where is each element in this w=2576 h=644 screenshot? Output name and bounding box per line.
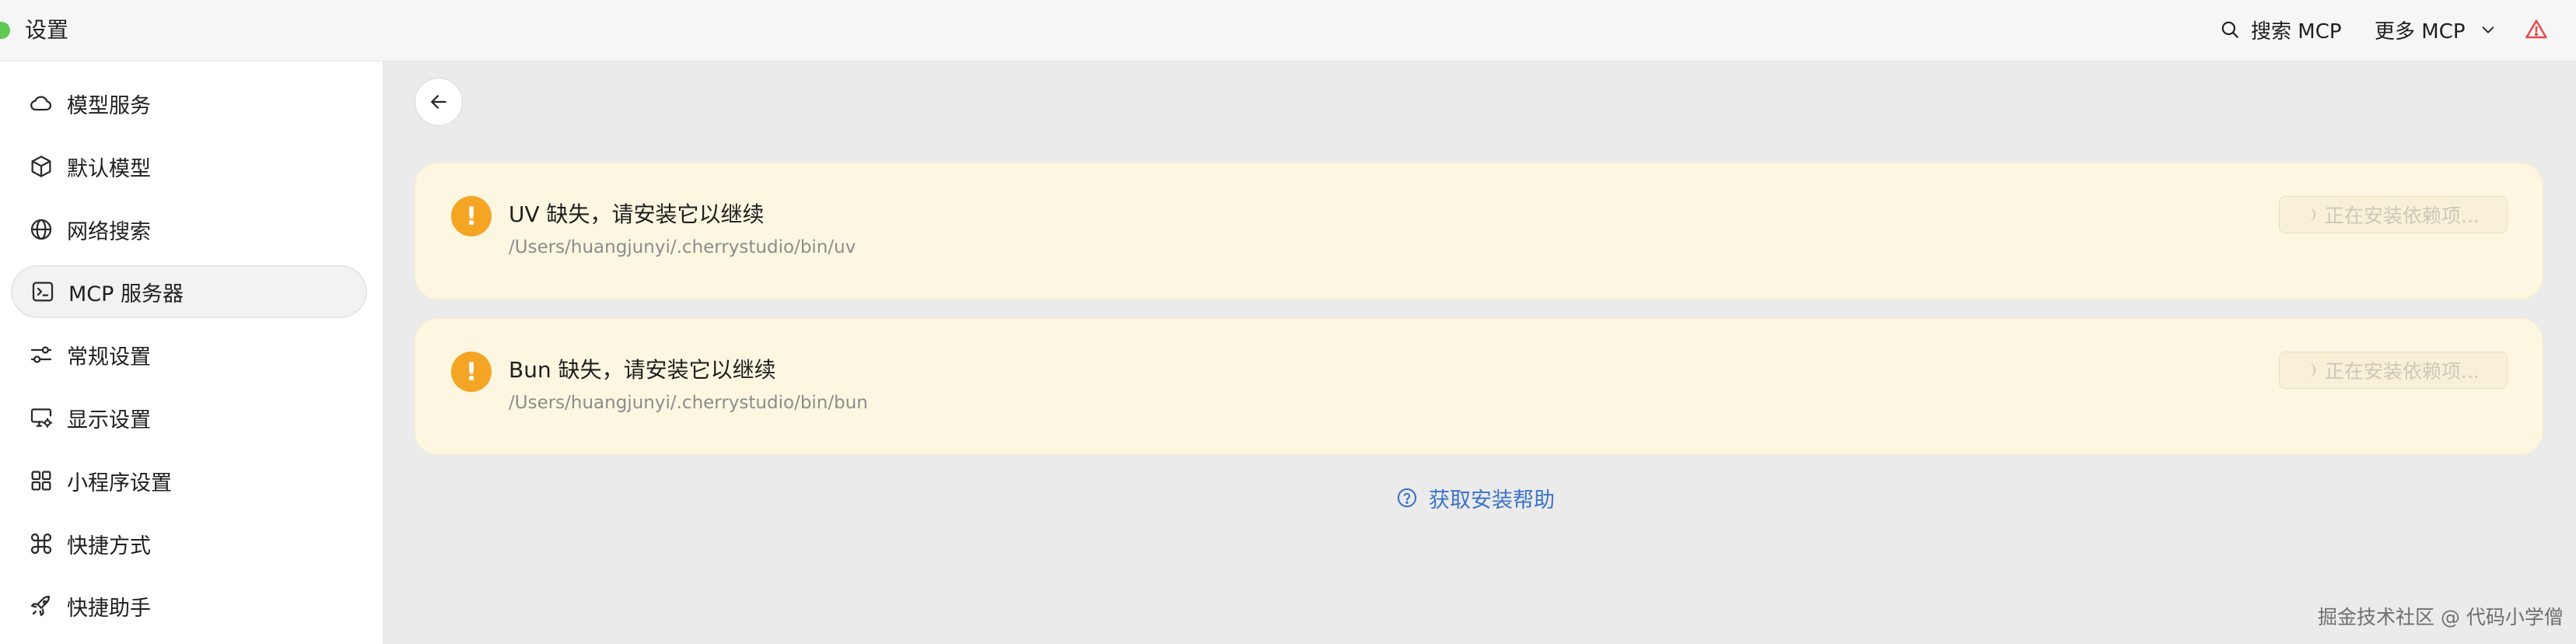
back-button[interactable]	[415, 78, 463, 126]
sidebar-item-label: 显示设置	[67, 408, 151, 432]
warning-button[interactable]	[2525, 14, 2548, 45]
app-title: 设置	[25, 17, 69, 43]
sidebar-item-display-settings[interactable]: 显示设置	[11, 391, 367, 444]
cube-icon	[28, 153, 54, 180]
title-bar: 设置 搜索 MCP 更多 MCP	[0, 0, 2576, 61]
alert-title: UV 缺失，请安装它以继续	[509, 201, 765, 227]
alert-path: /Users/huangjunyi/.cherrystudio/bin/uv	[509, 237, 856, 257]
sliders-icon	[28, 341, 54, 368]
more-mcp-label: 更多 MCP	[2375, 19, 2466, 44]
sidebar-item-label: 网络搜索	[67, 219, 151, 244]
sidebar-item-label: 小程序设置	[67, 471, 172, 495]
more-mcp-dropdown[interactable]: 更多 MCP	[2375, 14, 2497, 45]
sidebar-item-model-service[interactable]: 模型服务	[11, 77, 367, 130]
search-mcp-button[interactable]: 搜索 MCP	[2220, 14, 2342, 45]
cloud-icon	[28, 90, 54, 117]
install-button-label: 正在安装依赖项...	[2325, 360, 2480, 383]
install-button-label: 正在安装依赖项...	[2325, 205, 2480, 227]
watermark: 掘金技术社区 @ 代码小学僧	[2318, 606, 2564, 628]
warning-triangle-icon	[2525, 19, 2547, 39]
sidebar-item-label: 快捷方式	[67, 534, 151, 558]
question-circle-icon	[1397, 488, 1417, 508]
sidebar-item-mini-app-settings[interactable]: 小程序设置	[11, 454, 367, 507]
command-icon	[28, 530, 54, 557]
search-icon	[2221, 21, 2238, 38]
search-mcp-label: 搜索 MCP	[2251, 19, 2342, 44]
exclamation-icon: !	[451, 196, 492, 236]
grid-icon	[28, 467, 54, 494]
uv-missing-alert: ! UV 缺失，请安装它以继续 /Users/huangjunyi/.cherr…	[415, 163, 2543, 299]
sidebar-item-label: 常规设置	[67, 345, 151, 369]
exclamation-icon: !	[451, 352, 492, 392]
sidebar-item-label: 模型服务	[67, 93, 151, 118]
sidebar-item-label: 快捷助手	[67, 596, 151, 621]
loading-spinner-icon	[2303, 208, 2315, 222]
sidebar-item-label: 默认模型	[67, 156, 151, 181]
install-dependencies-button[interactable]: 正在安装依赖项...	[2279, 196, 2508, 233]
install-help-link[interactable]: 获取安装帮助	[1396, 482, 1555, 513]
sidebar-item-mcp-servers[interactable]: MCP 服务器	[11, 265, 367, 318]
chevron-down-icon	[2482, 26, 2494, 33]
help-link-label: 获取安装帮助	[1429, 488, 1555, 513]
settings-sidebar: 模型服务 默认模型 网络搜索 MCP 服务器 常规设置 显示设置 小程序设置 快…	[0, 61, 383, 644]
rocket-icon	[28, 593, 54, 619]
sidebar-item-general-settings[interactable]: 常规设置	[11, 328, 367, 381]
sidebar-item-quick-assistant[interactable]: 快捷助手	[11, 579, 367, 632]
alert-path: /Users/huangjunyi/.cherrystudio/bin/bun	[509, 393, 868, 413]
sidebar-item-default-model[interactable]: 默认模型	[11, 140, 367, 193]
install-dependencies-button[interactable]: 正在安装依赖项...	[2279, 352, 2508, 389]
sidebar-item-label: MCP 服务器	[68, 282, 184, 306]
window-status-dot[interactable]	[0, 22, 10, 39]
alert-title: Bun 缺失，请安装它以继续	[509, 357, 776, 383]
globe-icon	[28, 216, 54, 243]
terminal-icon	[30, 278, 56, 305]
arrow-left-icon	[431, 95, 446, 109]
loading-spinner-icon	[2303, 363, 2315, 377]
monitor-settings-icon	[28, 404, 54, 431]
bun-missing-alert: ! Bun 缺失，请安装它以继续 /Users/huangjunyi/.cher…	[415, 318, 2543, 455]
sidebar-item-web-search[interactable]: 网络搜索	[11, 203, 367, 256]
sidebar-item-shortcuts[interactable]: 快捷方式	[11, 517, 367, 570]
